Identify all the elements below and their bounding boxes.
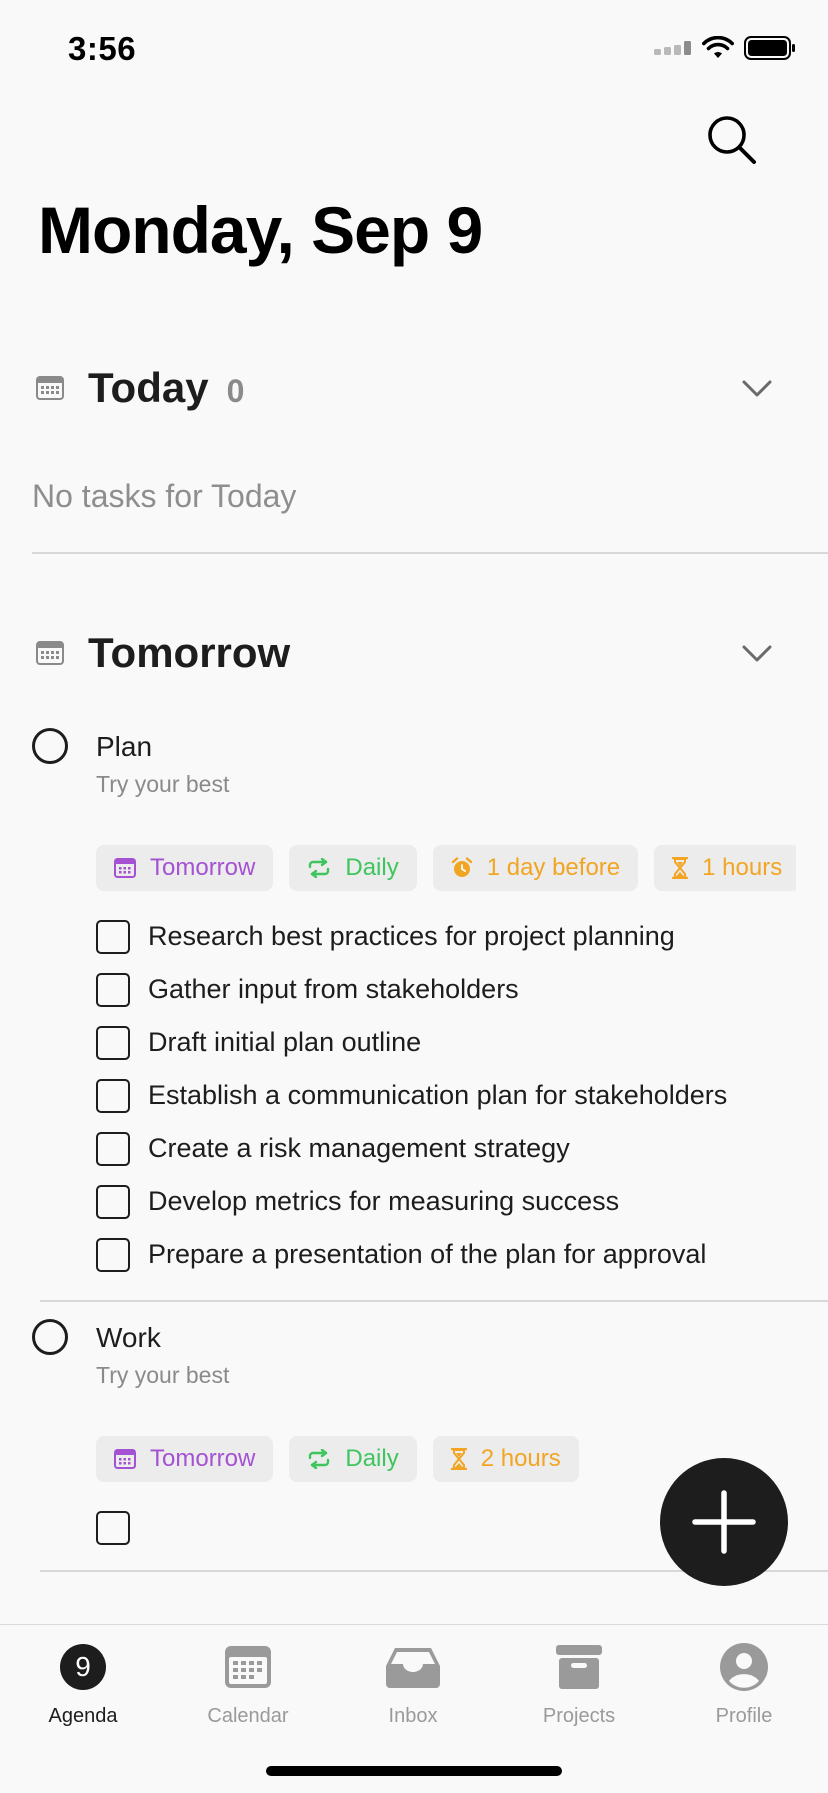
plus-icon (692, 1490, 756, 1554)
subtask-label: Establish a communication plan for stake… (148, 1080, 728, 1110)
agenda-badge-count: 9 (75, 1651, 91, 1682)
task-title[interactable]: Work (96, 1322, 161, 1354)
tab-inbox[interactable]: Inbox (330, 1641, 496, 1728)
subtask-label: Research best practices for project plan… (148, 921, 675, 951)
subtask-checkbox[interactable] (96, 1510, 130, 1545)
subtask-list: Research best practices for project plan… (96, 910, 727, 1281)
profile-icon (720, 1643, 768, 1691)
repeat-icon (309, 858, 330, 878)
subtask-item[interactable]: Prepare a presentation of the plan for a… (96, 1228, 727, 1281)
add-task-button[interactable] (660, 1458, 788, 1586)
subtask-checkbox[interactable] (96, 972, 130, 1007)
status-time: 3:56 (68, 30, 137, 67)
wifi-icon (702, 36, 734, 58)
subtask-checkbox[interactable] (96, 1184, 130, 1219)
archive-box-icon (556, 1645, 602, 1689)
tomorrow-title: Tomorrow (88, 629, 291, 676)
search-icon (708, 116, 756, 164)
date-chip[interactable]: Tomorrow (96, 1436, 274, 1482)
tab-agenda[interactable]: 9 Agenda (0, 1641, 166, 1728)
task-complete-radio[interactable] (32, 1319, 68, 1355)
subtask-checkbox[interactable] (96, 1237, 130, 1272)
task-complete-radio[interactable] (32, 728, 68, 764)
battery-icon (744, 36, 795, 60)
task-chips: Tomorrow Daily 1 day before 1 hours (96, 845, 796, 893)
duration-chip[interactable]: 2 hours (432, 1436, 579, 1482)
date-chip-label: Tomorrow (150, 854, 256, 881)
divider (40, 1300, 828, 1302)
tab-label: Agenda (48, 1705, 118, 1727)
divider (32, 552, 828, 554)
subtask-item[interactable]: Develop metrics for measuring success (96, 1175, 727, 1228)
subtask-checkbox[interactable] (96, 1025, 130, 1060)
today-section-header[interactable]: Today 0 (36, 364, 244, 412)
chevron-down-icon[interactable] (742, 645, 772, 663)
reminder-chip-label: 1 day before (486, 854, 621, 881)
task-subtitle: Try your best (96, 771, 230, 797)
date-chip[interactable]: Tomorrow (96, 845, 274, 891)
subtask-list (96, 1501, 148, 1554)
today-count: 0 (226, 372, 245, 409)
task-chips: Tomorrow Daily 2 hours (96, 1436, 579, 1482)
calendar-icon (114, 1449, 136, 1469)
chevron-down-icon[interactable] (742, 380, 772, 398)
inbox-icon (386, 1648, 440, 1688)
tab-calendar[interactable]: Calendar (165, 1641, 331, 1728)
reminder-chip[interactable]: 1 day before (432, 845, 639, 891)
signal-icon (654, 41, 691, 55)
duration-chip[interactable]: 1 hours (654, 845, 796, 891)
today-empty-text: No tasks for Today (32, 478, 297, 514)
duration-chip-label: 2 hours (480, 1445, 561, 1472)
duration-chip-label: 1 hours (702, 854, 783, 881)
hourglass-icon (672, 857, 689, 879)
subtask-item[interactable]: Create a risk management strategy (96, 1122, 727, 1175)
subtask-item[interactable] (96, 1501, 148, 1554)
tab-projects[interactable]: Projects (496, 1641, 662, 1728)
calendar-icon (36, 376, 64, 400)
subtask-label: Develop metrics for measuring success (148, 1186, 620, 1216)
subtask-item[interactable]: Establish a communication plan for stake… (96, 1069, 727, 1122)
subtask-label: Prepare a presentation of the plan for a… (148, 1239, 707, 1269)
calendar-icon (36, 641, 64, 665)
subtask-checkbox[interactable] (96, 919, 130, 954)
date-chip-label: Tomorrow (150, 1445, 256, 1472)
task-title[interactable]: Plan (96, 731, 152, 763)
repeat-chip-label: Daily (345, 1445, 399, 1472)
repeat-chip[interactable]: Daily (289, 845, 417, 891)
agenda-badge-icon: 9 (60, 1644, 106, 1690)
hourglass-icon (450, 1448, 467, 1470)
repeat-icon (309, 1449, 330, 1469)
tab-profile[interactable]: Profile (661, 1641, 827, 1728)
task-subtitle: Try your best (96, 1362, 230, 1388)
subtask-item[interactable]: Draft initial plan outline (96, 1016, 727, 1069)
calendar-icon (114, 858, 136, 878)
tab-label: Projects (542, 1705, 616, 1727)
search-button[interactable] (706, 114, 758, 166)
tab-label: Inbox (388, 1705, 438, 1727)
tab-label: Calendar (207, 1705, 289, 1727)
subtask-label: Draft initial plan outline (148, 1027, 422, 1057)
subtask-label: Create a risk management strategy (148, 1133, 570, 1163)
alarm-icon (451, 857, 472, 877)
subtask-label: Gather input from stakeholders (148, 974, 519, 1004)
home-indicator (266, 1766, 562, 1776)
repeat-chip[interactable]: Daily (289, 1436, 417, 1482)
page-title: Monday, Sep 9 (38, 193, 483, 267)
today-title: Today (88, 364, 209, 411)
subtask-item[interactable]: Gather input from stakeholders (96, 963, 727, 1016)
repeat-chip-label: Daily (345, 854, 399, 881)
tomorrow-section-header[interactable]: Tomorrow (36, 629, 290, 677)
tab-label: Profile (715, 1705, 773, 1727)
subtask-checkbox[interactable] (96, 1131, 130, 1166)
calendar-icon (225, 1646, 271, 1688)
subtask-checkbox[interactable] (96, 1078, 130, 1113)
subtask-item[interactable]: Research best practices for project plan… (96, 910, 727, 963)
status-icons (654, 36, 796, 60)
